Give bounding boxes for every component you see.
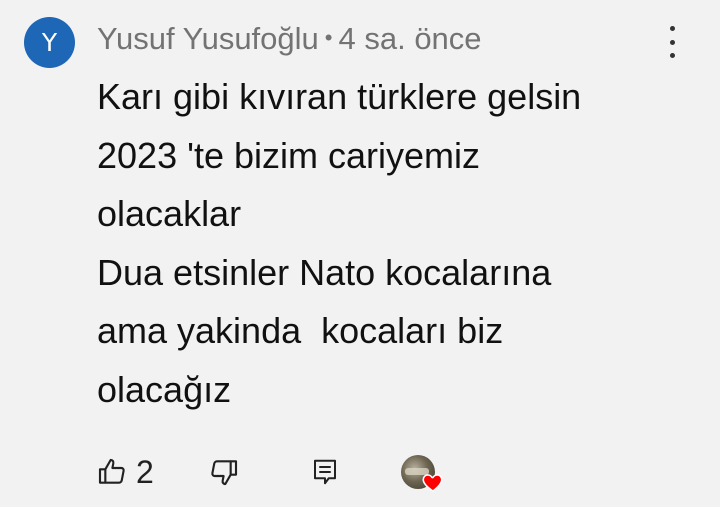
comment-text: Karı gibi kıvıran türklere gelsin 2023 '… xyxy=(97,68,697,419)
author-name[interactable]: Yusuf Yusufoğlu xyxy=(97,21,319,57)
thumb-up-icon xyxy=(98,458,125,484)
comment-line: olacağız xyxy=(97,368,232,410)
comment-line: olacaklar xyxy=(97,193,242,234)
comment-line: Karı gibi kıvıran türklere gelsin xyxy=(97,76,582,117)
menu-dot xyxy=(669,26,675,31)
dislike-button[interactable] xyxy=(208,450,240,494)
thumb-down-icon xyxy=(211,460,238,486)
menu-dot xyxy=(669,53,675,58)
avatar-letter: Y xyxy=(41,28,58,57)
comment-time[interactable]: 4 sa. önce xyxy=(339,21,482,57)
author-avatar[interactable]: Y xyxy=(24,17,75,68)
more-vert-icon[interactable] xyxy=(659,26,685,58)
comment-actions: 2 xyxy=(96,450,456,494)
reply-icon xyxy=(314,459,336,485)
like-count: 2 xyxy=(136,453,154,490)
like-button[interactable]: 2 xyxy=(96,450,154,494)
menu-dot xyxy=(669,39,675,45)
creator-heart-icon xyxy=(422,474,443,492)
comment-line: 2023 'te bizim cariyemiz xyxy=(97,134,481,176)
comment-header: Yusuf Yusufoğlu • 4 sa. önce xyxy=(97,18,482,60)
creator-avatar xyxy=(401,455,443,492)
comment-card: Y Yusuf Yusufoğlu • 4 sa. önce Karı gibi… xyxy=(0,0,720,507)
comment-line: ama yakinda kocaları biz xyxy=(97,310,504,351)
separator-dot: • xyxy=(324,25,333,50)
reply-button[interactable] xyxy=(310,450,340,494)
comment-line: Dua etsinler Nato kocalarına xyxy=(97,251,552,293)
creator-heart-badge[interactable] xyxy=(401,450,443,494)
